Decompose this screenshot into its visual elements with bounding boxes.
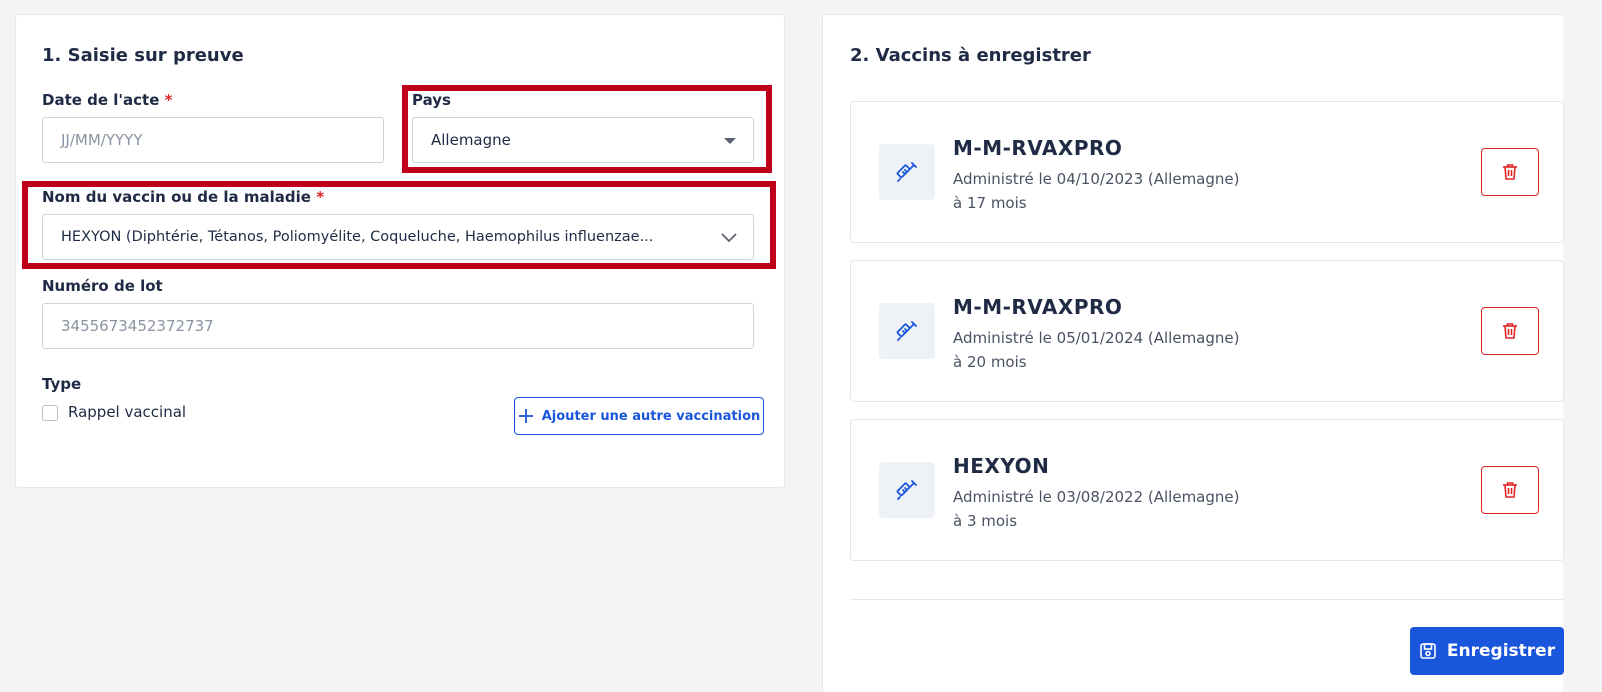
required-marker: *: [164, 91, 173, 109]
vaccine-administered: Administré le 05/01/2024 (Allemagne): [953, 329, 1240, 347]
vaccine-card: M-M-RVAXPRO Administré le 04/10/2023 (Al…: [850, 101, 1564, 243]
vaccines-to-save-panel: 2. Vaccins à enregistrer M-M-RVAXPRO Adm…: [822, 14, 1564, 692]
country-select[interactable]: Allemagne: [412, 117, 754, 163]
country-label: Pays: [412, 91, 451, 109]
lot-input[interactable]: 3455673452372737: [42, 303, 754, 349]
booster-checkbox[interactable]: [42, 405, 58, 421]
edit-vaccine-button[interactable]: [879, 462, 935, 518]
lot-label: Numéro de lot: [42, 277, 163, 295]
vaccine-value: HEXYON (Diphtérie, Tétanos, Poliomyélite…: [61, 229, 654, 245]
date-input[interactable]: JJ/MM/YYYY: [42, 117, 384, 163]
delete-vaccine-button[interactable]: [1481, 148, 1539, 196]
date-placeholder: JJ/MM/YYYY: [61, 131, 143, 149]
chevron-down-icon: [721, 233, 737, 243]
vaccine-age: à 17 mois: [953, 194, 1027, 212]
trash-icon: [1503, 323, 1517, 339]
vaccine-label-text: Nom du vaccin ou de la maladie: [42, 188, 311, 206]
required-marker: *: [316, 188, 325, 206]
vaccine-name: HEXYON: [953, 454, 1050, 478]
proof-entry-panel: 1. Saisie sur preuve Date de l'acte * JJ…: [15, 14, 785, 488]
vaccine-card: M-M-RVAXPRO Administré le 05/01/2024 (Al…: [850, 260, 1564, 402]
syringe-icon: [896, 162, 917, 182]
save-icon: [1420, 643, 1436, 659]
syringe-icon: [896, 321, 917, 341]
vaccine-name: M-M-RVAXPRO: [953, 295, 1123, 319]
add-vaccination-button[interactable]: Ajouter une autre vaccination: [514, 397, 764, 435]
proof-entry-title: 1. Saisie sur preuve: [42, 45, 244, 66]
vaccine-administered: Administré le 03/08/2022 (Allemagne): [953, 488, 1240, 506]
edit-vaccine-button[interactable]: [879, 303, 935, 359]
vaccine-name: M-M-RVAXPRO: [953, 136, 1123, 160]
plus-icon: [518, 409, 533, 423]
vaccine-card: HEXYON Administré le 03/08/2022 (Allemag…: [850, 419, 1564, 561]
vaccine-label: Nom du vaccin ou de la maladie *: [42, 188, 324, 206]
booster-label[interactable]: Rappel vaccinal: [68, 403, 186, 421]
date-label-text: Date de l'acte: [42, 91, 160, 109]
delete-vaccine-button[interactable]: [1481, 307, 1539, 355]
caret-down-icon: [724, 138, 736, 144]
trash-icon: [1503, 482, 1517, 498]
save-button[interactable]: Enregistrer: [1410, 627, 1564, 675]
syringe-icon: [896, 480, 917, 500]
vaccines-title: 2. Vaccins à enregistrer: [850, 45, 1091, 66]
vaccine-select[interactable]: HEXYON (Diphtérie, Tétanos, Poliomyélite…: [42, 214, 754, 260]
delete-vaccine-button[interactable]: [1481, 466, 1539, 514]
vaccine-administered: Administré le 04/10/2023 (Allemagne): [953, 170, 1240, 188]
type-label: Type: [42, 375, 82, 393]
trash-icon: [1503, 164, 1517, 180]
vaccine-age: à 20 mois: [953, 353, 1027, 371]
divider: [850, 599, 1564, 600]
country-value: Allemagne: [431, 131, 511, 149]
lot-placeholder: 3455673452372737: [61, 317, 214, 335]
vaccine-age: à 3 mois: [953, 512, 1018, 530]
save-label: Enregistrer: [1446, 641, 1556, 661]
add-vaccination-label: Ajouter une autre vaccination: [541, 408, 761, 424]
date-label: Date de l'acte *: [42, 91, 172, 109]
edit-vaccine-button[interactable]: [879, 144, 935, 200]
